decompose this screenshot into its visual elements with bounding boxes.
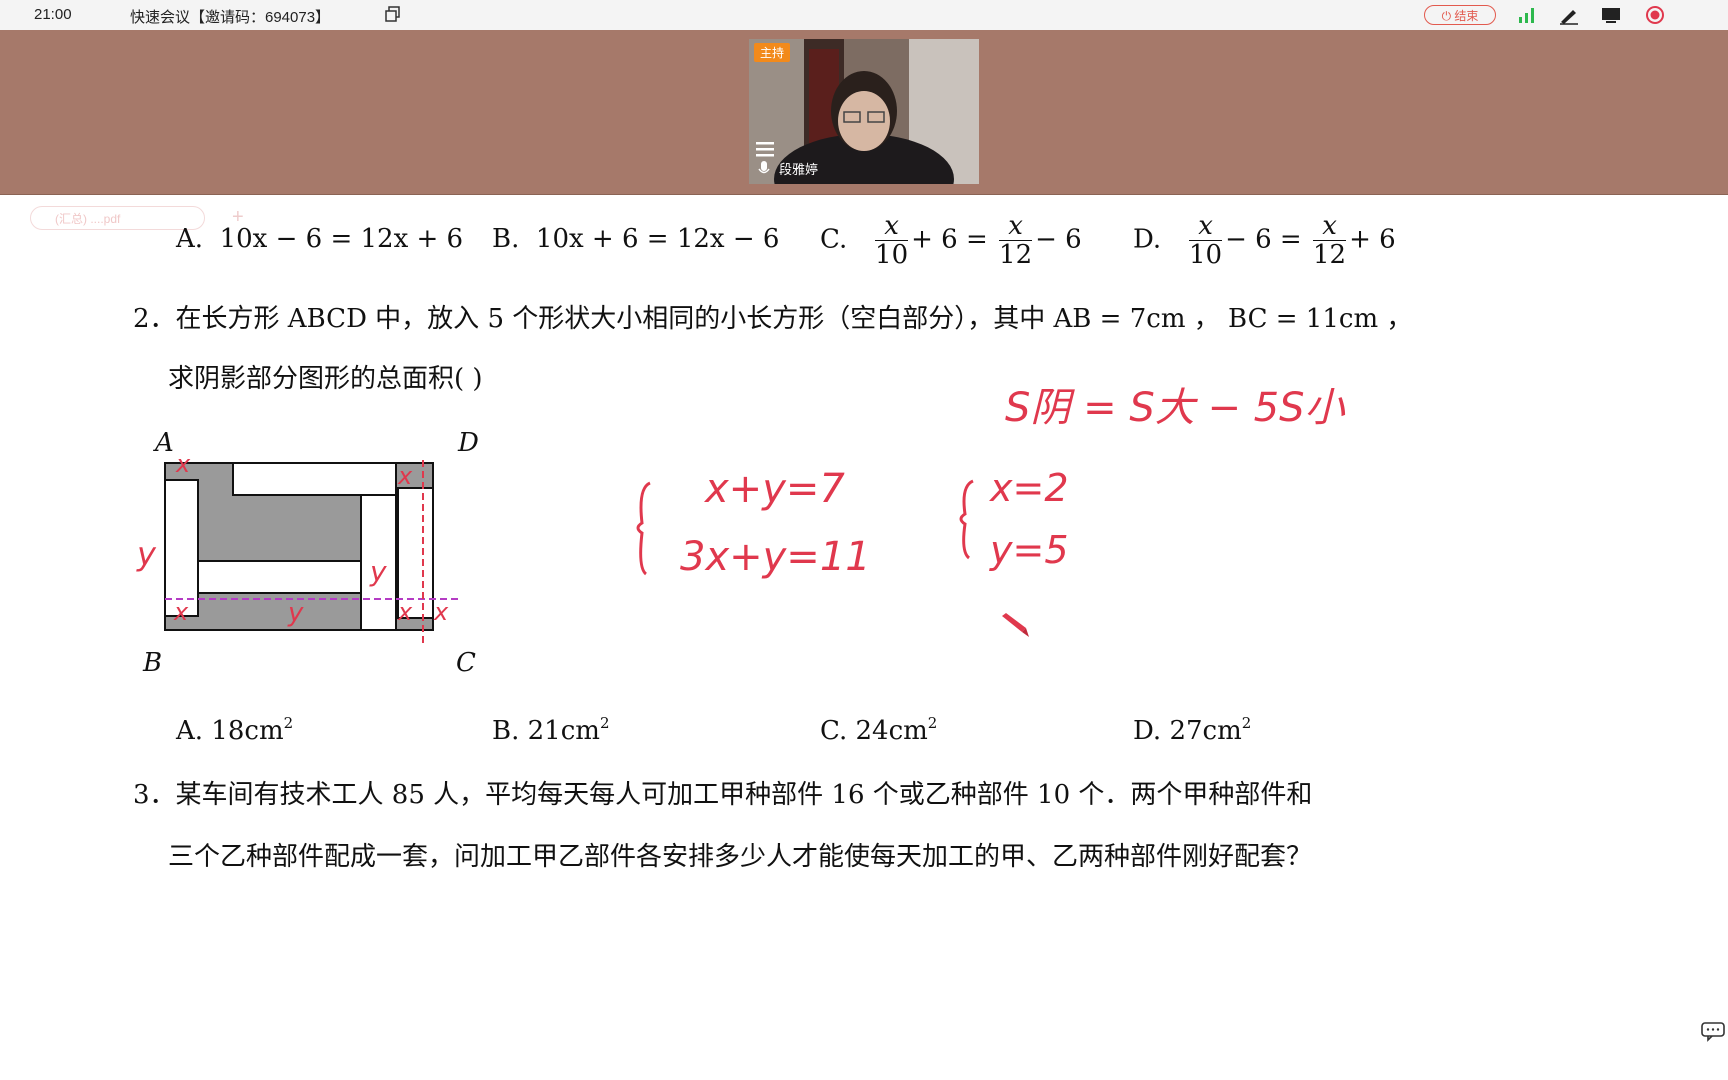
video-strip: 主持 段雅婷 (0, 30, 1728, 195)
record-icon[interactable] (1644, 5, 1666, 25)
q1-option-d: D. x 10− 6 = x 12 + 6 (1133, 211, 1396, 270)
mark-x: x (398, 462, 413, 490)
area-formula: S阴 = S大 − 5S小 (1005, 385, 1345, 431)
vertex-a: A (155, 428, 174, 458)
mark-y: y (137, 535, 156, 573)
q2-option-c: C. 24cm2 (820, 714, 938, 746)
vertex-b: B (143, 648, 163, 678)
pen-cursor-icon (1002, 613, 1029, 637)
mark-y: y (288, 598, 304, 628)
q2-line2: 求阴影部分图形的总面积( ) (168, 364, 483, 394)
host-badge: 主持 (754, 43, 791, 62)
clock: 21:00 (34, 6, 72, 23)
equation-1: x+y=7 (705, 466, 845, 512)
mark-x: x (398, 598, 413, 626)
q2-option-b: B. 21cm2 (492, 714, 610, 746)
host-video[interactable]: 主持 段雅婷 (749, 39, 979, 184)
end-meeting-button[interactable]: ⏻ 结束 (1424, 5, 1496, 25)
vertex-c: C (456, 648, 476, 678)
signal-icon[interactable] (1516, 5, 1538, 25)
microphone-icon[interactable] (757, 160, 771, 178)
solution-x: x=2 (990, 466, 1069, 510)
top-status-bar: 21:00 快速会议【邀请码：694073】 ⏻ 结束 (0, 0, 1728, 31)
q2-option-d: D. 27cm2 (1133, 714, 1252, 746)
small-rect-left (164, 479, 199, 617)
solution-y: y=5 (990, 528, 1069, 572)
copy-icon[interactable] (384, 5, 402, 23)
equation-2: 3x+y=11 (680, 534, 871, 580)
annotate-pen-icon[interactable] (1558, 5, 1580, 25)
mark-x: x (176, 450, 191, 478)
chat-icon[interactable] (1700, 1020, 1726, 1042)
q3-line1: 3．某车间有技术工人 85 人，平均每天每人可加工甲种部件 16 个或乙种部件 … (133, 780, 1313, 810)
vertex-d: D (458, 428, 479, 458)
q3-line2: 三个乙种部件配成一套，问加工甲乙部件各安排多少人才能使每天加工的甲、乙两种部件刚… (168, 842, 1313, 872)
brace-left (636, 481, 651, 576)
meeting-title: 快速会议【邀请码：694073】 (130, 9, 331, 26)
participant-name: 段雅婷 (779, 162, 819, 177)
q2-line1: 2．在长方形 ABCD 中，放入 5 个形状大小相同的小长方形（空白部分），其中… (133, 304, 1413, 334)
mark-x: x (174, 598, 189, 626)
q1-option-b: B. 10x + 6 = 12x − 6 (492, 224, 780, 254)
small-rect-middle (197, 560, 362, 594)
small-rect-top (232, 462, 397, 496)
q1-option-c: C. x 10 + 6 = x 12− 6 (820, 211, 1082, 270)
brace-right (959, 479, 974, 560)
mark-y: y (370, 555, 387, 588)
q2-option-a: A. 18cm2 (176, 714, 294, 746)
screen-share-icon[interactable] (1600, 5, 1622, 25)
menu-icon[interactable] (755, 139, 775, 159)
q1-option-a: A. 10x − 6 = 12x + 6 (176, 224, 464, 254)
mark-x: x (434, 598, 449, 626)
